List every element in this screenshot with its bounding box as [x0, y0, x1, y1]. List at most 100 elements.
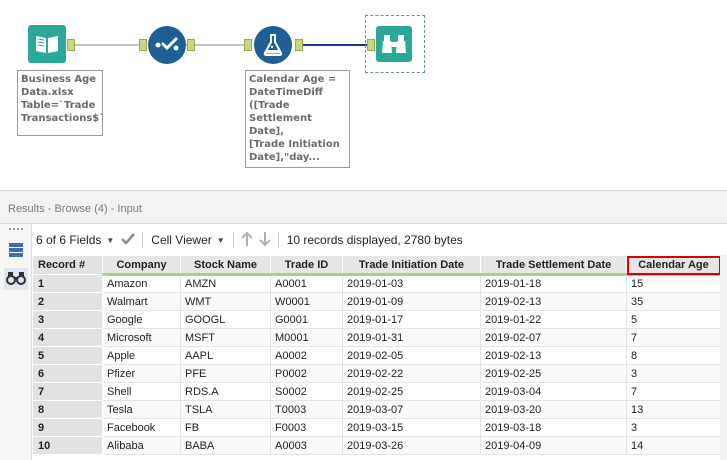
cell-trade-id[interactable]: A0001 — [270, 274, 343, 293]
cell-trade-initiation-date[interactable]: 2019-01-17 — [342, 310, 481, 329]
cell-trade-id[interactable]: F0003 — [270, 418, 343, 437]
cell-trade-id[interactable]: A0003 — [270, 436, 343, 455]
select-output-anchor[interactable] — [187, 39, 195, 51]
cell-stock-name[interactable]: TSLA — [180, 400, 271, 419]
cell-company[interactable]: Apple — [102, 346, 181, 365]
column-header-stock-name[interactable]: Stock Name — [180, 255, 271, 276]
browse-tool[interactable] — [376, 26, 412, 62]
cell-trade-initiation-date[interactable]: 2019-01-09 — [342, 292, 481, 311]
browse-input-anchor[interactable] — [367, 39, 375, 51]
table-row[interactable]: 2 Walmart WMT W0001 2019-01-09 2019-02-13 35 — [32, 292, 721, 311]
cell-trade-settlement-date[interactable]: 2019-02-13 — [480, 346, 627, 365]
column-header-record[interactable]: Record # — [32, 255, 103, 275]
results-grid: Record # Company Stock Name Trade ID Tra… — [32, 255, 721, 455]
cell-company[interactable]: Pfizer — [102, 364, 181, 383]
column-header-company[interactable]: Company — [102, 255, 181, 276]
cell-trade-settlement-date[interactable]: 2019-02-25 — [480, 364, 627, 383]
browse-view-button[interactable] — [4, 268, 28, 290]
table-row[interactable]: 1 Amazon AMZN A0001 2019-01-03 2019-01-18 15 — [32, 274, 721, 293]
vertical-scrollbar[interactable] — [720, 255, 727, 460]
cell-calendar-age[interactable]: 8 — [626, 346, 721, 365]
cell-viewer-dropdown[interactable]: Cell Viewer ▼ — [147, 230, 228, 250]
cell-trade-id[interactable]: S0002 — [270, 382, 343, 401]
column-header-calendar-age[interactable]: Calendar Age — [626, 255, 721, 276]
cell-trade-initiation-date[interactable]: 2019-01-31 — [342, 328, 481, 347]
check-icon — [120, 232, 136, 249]
cell-company[interactable]: Tesla — [102, 400, 181, 419]
cell-trade-settlement-date[interactable]: 2019-03-20 — [480, 400, 627, 419]
cell-calendar-age[interactable]: 7 — [626, 382, 721, 401]
cell-trade-settlement-date[interactable]: 2019-02-07 — [480, 328, 627, 347]
workflow-canvas[interactable]: Business Age Data.xlsx Table=`Trade Tran… — [0, 0, 727, 190]
cell-trade-settlement-date[interactable]: 2019-04-09 — [480, 436, 627, 455]
cell-trade-initiation-date[interactable]: 2019-02-05 — [342, 346, 481, 365]
fields-dropdown[interactable]: 6 of 6 Fields ▼ — [32, 230, 118, 250]
select-tool[interactable] — [148, 26, 186, 64]
cell-trade-settlement-date[interactable]: 2019-01-18 — [480, 274, 627, 293]
results-title: Results - Browse (4) - Input — [8, 203, 142, 215]
cell-calendar-age[interactable]: 14 — [626, 436, 721, 455]
sort-up-button[interactable] — [238, 230, 256, 250]
table-row[interactable]: 5 Apple AAPL A0002 2019-02-05 2019-02-13 8 — [32, 346, 721, 365]
table-row[interactable]: 4 Microsoft MSFT M0001 2019-01-31 2019-02-07 7 — [32, 328, 721, 347]
cell-stock-name[interactable]: RDS.A — [180, 382, 271, 401]
cell-trade-settlement-date[interactable]: 2019-03-18 — [480, 418, 627, 437]
cell-trade-id[interactable]: W0001 — [270, 292, 343, 311]
cell-trade-initiation-date[interactable]: 2019-02-25 — [342, 382, 481, 401]
column-header-trade-initiation-date[interactable]: Trade Initiation Date — [342, 255, 481, 276]
cell-calendar-age[interactable]: 15 — [626, 274, 721, 293]
cell-stock-name[interactable]: WMT — [180, 292, 271, 311]
cell-trade-id[interactable]: G0001 — [270, 310, 343, 329]
cell-trade-initiation-date[interactable]: 2019-01-03 — [342, 274, 481, 293]
input-output-anchor[interactable] — [67, 39, 75, 51]
fields-check-button[interactable] — [118, 230, 138, 250]
cell-trade-id[interactable]: T0003 — [270, 400, 343, 419]
cell-stock-name[interactable]: AMZN — [180, 274, 271, 293]
cell-trade-id[interactable]: A0002 — [270, 346, 343, 365]
cell-stock-name[interactable]: PFE — [180, 364, 271, 383]
column-header-trade-id[interactable]: Trade ID — [270, 255, 343, 276]
cell-calendar-age[interactable]: 7 — [626, 328, 721, 347]
cell-calendar-age[interactable]: 5 — [626, 310, 721, 329]
cell-stock-name[interactable]: AAPL — [180, 346, 271, 365]
table-row[interactable]: 9 Facebook FB F0003 2019-03-15 2019-03-18 3 — [32, 418, 721, 437]
table-row[interactable]: 10 Alibaba BABA A0003 2019-03-26 2019-04-09 14 — [32, 436, 721, 455]
cell-trade-settlement-date[interactable]: 2019-02-13 — [480, 292, 627, 311]
formula-tool[interactable] — [254, 26, 292, 64]
cell-stock-name[interactable]: FB — [180, 418, 271, 437]
cell-trade-settlement-date[interactable]: 2019-03-04 — [480, 382, 627, 401]
cell-company[interactable]: Amazon — [102, 274, 181, 293]
formula-output-anchor[interactable] — [295, 39, 303, 51]
cell-calendar-age[interactable]: 3 — [626, 418, 721, 437]
cell-trade-initiation-date[interactable]: 2019-02-22 — [342, 364, 481, 383]
table-row[interactable]: 3 Google GOOGL G0001 2019-01-17 2019-01-22 5 — [32, 310, 721, 329]
select-input-anchor[interactable] — [139, 39, 147, 51]
cell-calendar-age[interactable]: 35 — [626, 292, 721, 311]
cell-calendar-age[interactable]: 3 — [626, 364, 721, 383]
cell-company[interactable]: Microsoft — [102, 328, 181, 347]
cell-company[interactable]: Alibaba — [102, 436, 181, 455]
cell-company[interactable]: Walmart — [102, 292, 181, 311]
column-header-trade-settlement-date[interactable]: Trade Settlement Date — [480, 255, 627, 276]
cell-trade-initiation-date[interactable]: 2019-03-26 — [342, 436, 481, 455]
cell-stock-name[interactable]: MSFT — [180, 328, 271, 347]
formula-input-anchor[interactable] — [244, 39, 252, 51]
cell-trade-id[interactable]: M0001 — [270, 328, 343, 347]
input-data-tool[interactable] — [28, 25, 66, 63]
table-row[interactable]: 8 Tesla TSLA T0003 2019-03-07 2019-03-20 13 — [32, 400, 721, 419]
cell-trade-id[interactable]: P0002 — [270, 364, 343, 383]
cell-calendar-age[interactable]: 13 — [626, 400, 721, 419]
cell-trade-settlement-date[interactable]: 2019-01-22 — [480, 310, 627, 329]
cell-stock-name[interactable]: GOOGL — [180, 310, 271, 329]
cell-company[interactable]: Shell — [102, 382, 181, 401]
table-row[interactable]: 6 Pfizer PFE P0002 2019-02-22 2019-02-25 3 — [32, 364, 721, 383]
table-row[interactable]: 7 Shell RDS.A S0002 2019-02-25 2019-03-04 7 — [32, 382, 721, 401]
cell-company[interactable]: Facebook — [102, 418, 181, 437]
cell-trade-initiation-date[interactable]: 2019-03-07 — [342, 400, 481, 419]
sort-down-button[interactable] — [256, 230, 274, 250]
cell-company[interactable]: Google — [102, 310, 181, 329]
cell-trade-initiation-date[interactable]: 2019-03-15 — [342, 418, 481, 437]
cell-stock-name[interactable]: BABA — [180, 436, 271, 455]
drag-handle[interactable] — [9, 228, 23, 230]
table-view-button[interactable] — [4, 240, 28, 262]
